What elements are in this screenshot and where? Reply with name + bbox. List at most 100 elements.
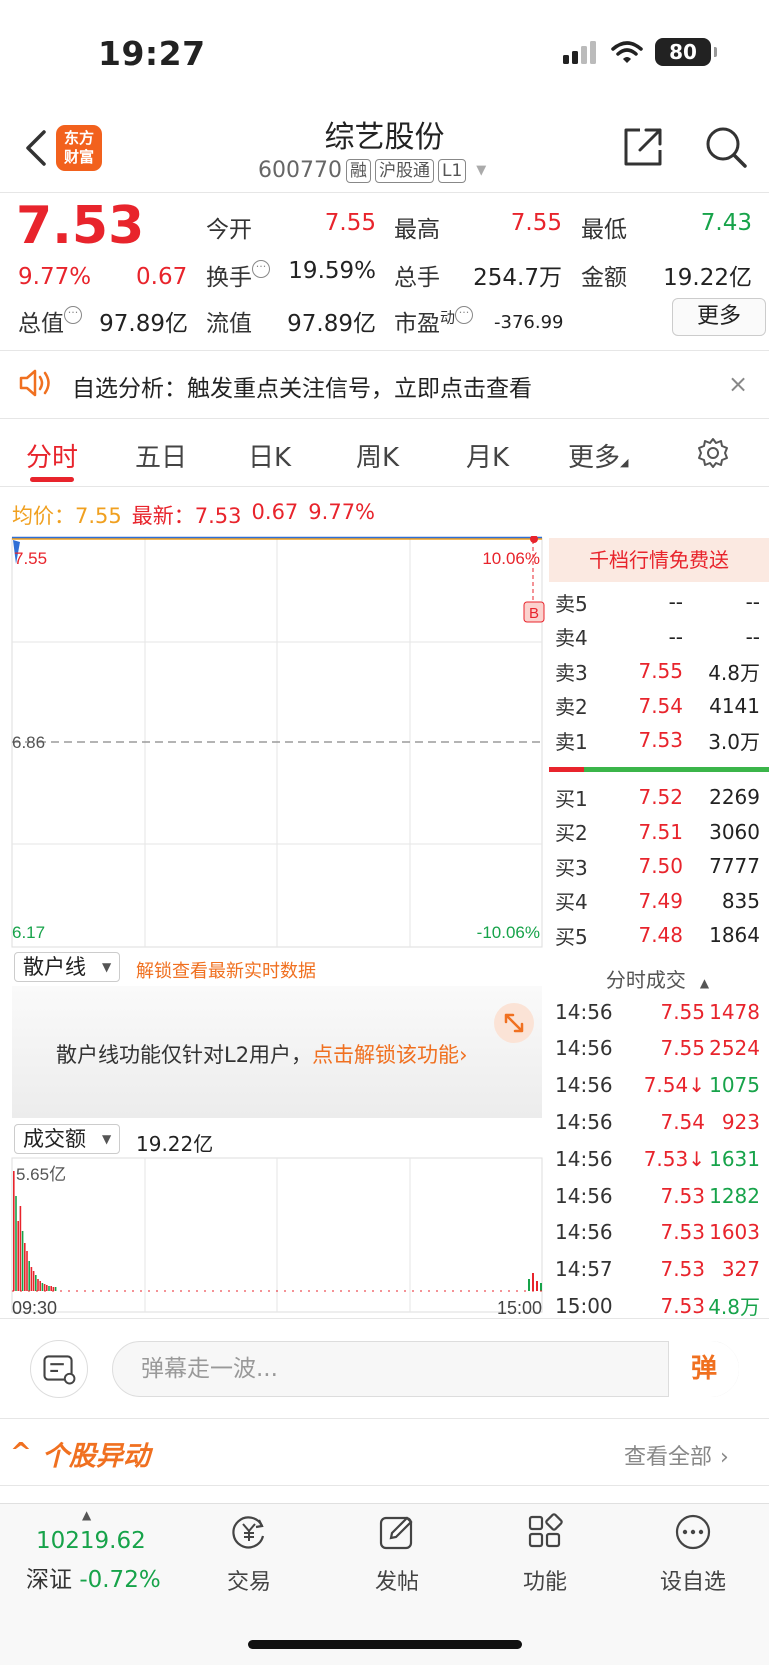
- tab-more[interactable]: 更多◢: [568, 437, 628, 474]
- volume-bar: [35, 1275, 37, 1291]
- pe-value: -376.99: [494, 312, 564, 333]
- trade-price: 7.53↓: [643, 1146, 705, 1171]
- search-icon[interactable]: [703, 124, 749, 170]
- barrage-toggle-icon[interactable]: [30, 1340, 88, 1398]
- close-icon[interactable]: ×: [728, 370, 748, 398]
- chevron-right-icon: ›: [720, 1445, 729, 1470]
- trade-volume: 2524: [709, 1036, 760, 1061]
- mktcap-label-text: 总值: [18, 311, 64, 337]
- volume-bar: [536, 1281, 538, 1291]
- caret-down-icon: ▼: [476, 163, 487, 178]
- trade-row: 14:56 7.54↓ 1075: [555, 1067, 760, 1104]
- avg-price-label: 均价：: [12, 504, 75, 528]
- volume-bar: [26, 1251, 28, 1291]
- wifi-icon: [611, 41, 643, 63]
- tab-daily-k[interactable]: 日K: [248, 437, 291, 474]
- nav-features[interactable]: 功能: [495, 1512, 595, 1596]
- index-name: 深证: [26, 1567, 72, 1593]
- trade-time: 14:56: [555, 1146, 613, 1171]
- level-price: 7.50: [638, 854, 683, 878]
- bid-row[interactable]: 买5 7.48 1864: [555, 918, 760, 952]
- x-tick-open: 09:30: [12, 1298, 57, 1318]
- trade-time: 14:56: [555, 1073, 613, 1098]
- tag-level: L1: [437, 158, 467, 183]
- pe-label[interactable]: 市盈动 ···: [394, 304, 474, 338]
- trade-price: 7.54↓: [643, 1073, 705, 1098]
- volume-select-label: 成交额: [23, 1127, 86, 1151]
- nav-trade-label: 交易: [226, 1570, 271, 1595]
- level-price: 7.51: [638, 819, 683, 844]
- tab-monthly-k[interactable]: 月K: [466, 437, 509, 474]
- tab-five-day[interactable]: 五日: [135, 437, 187, 474]
- ask-row[interactable]: 卖3 7.55 4.8万: [555, 654, 760, 688]
- float-value: 97.89亿: [287, 311, 376, 337]
- bid-row[interactable]: 买2 7.51 3060: [555, 815, 760, 849]
- trade-volume: 923: [721, 1109, 760, 1134]
- ask-row[interactable]: 卖4 -- --: [555, 620, 760, 654]
- level-volume: 2269: [709, 785, 760, 809]
- volume-select[interactable]: 成交额 ▼: [14, 1124, 121, 1154]
- level-volume: 3.0万: [708, 729, 760, 754]
- nav-watchlist[interactable]: 设自选: [643, 1512, 743, 1596]
- notice-text[interactable]: 自选分析：触发重点关注信号，立即点击查看: [72, 369, 532, 403]
- tab-weekly-k[interactable]: 周K: [356, 437, 399, 474]
- unlock-hint[interactable]: 解锁查看最新实时数据: [136, 957, 316, 983]
- barrage-send-button[interactable]: 弹: [668, 1341, 739, 1397]
- bid-row[interactable]: 买1 7.52 2269: [555, 780, 760, 814]
- level-price: --: [668, 590, 683, 614]
- speaker-icon: [19, 369, 50, 397]
- nav-post[interactable]: 发帖: [347, 1512, 447, 1596]
- retail-panel-message: 散户线功能仅针对L2用户，: [56, 1043, 313, 1067]
- tab-more-label: 更多: [568, 443, 621, 473]
- trade-row: 14:56 7.53 1282: [555, 1177, 760, 1214]
- ask-row[interactable]: 卖2 7.54 4141: [555, 689, 760, 723]
- stock-code: 600770: [258, 158, 342, 183]
- view-all-link[interactable]: 查看全部 ›: [624, 1439, 729, 1471]
- volume-max-label: 5.65亿: [16, 1165, 66, 1184]
- nav-trade[interactable]: 交易: [199, 1512, 299, 1596]
- turnover-value: 19.59%: [288, 258, 376, 284]
- promo-banner[interactable]: 千档行情免费送: [549, 538, 769, 582]
- retail-line-select[interactable]: 散户线 ▼: [14, 952, 121, 982]
- tab-intraday[interactable]: 分时: [26, 437, 78, 474]
- trade-yen-icon: [232, 1516, 265, 1549]
- trade-volume: 1075: [709, 1073, 760, 1098]
- unlock-link[interactable]: 点击解锁该功能: [312, 1043, 459, 1067]
- ask-row[interactable]: 卖1 7.53 3.0万: [555, 723, 760, 757]
- settings-gear-icon[interactable]: [696, 436, 730, 470]
- trades-title[interactable]: 分时成交 ▲: [555, 964, 760, 993]
- level-volume: --: [745, 624, 760, 649]
- volume-value: 254.7万: [473, 265, 562, 291]
- high-value: 7.55: [510, 210, 562, 236]
- stock-code-row[interactable]: 600770 融 沪股通 L1 ▼: [258, 158, 486, 183]
- bid-row[interactable]: 买4 7.49 835: [555, 884, 760, 918]
- expand-icon[interactable]: [494, 1003, 534, 1043]
- grid-apps-icon: [528, 1513, 563, 1548]
- level-label: 买4: [555, 890, 588, 914]
- signal-icon: [563, 41, 596, 64]
- caret-up-icon: ^: [10, 1438, 32, 1468]
- more-button[interactable]: 更多: [672, 298, 766, 336]
- ask-row[interactable]: 卖5 -- --: [555, 585, 760, 619]
- mktcap-label[interactable]: 总值 ···: [18, 304, 82, 338]
- info-icon: ···: [64, 306, 82, 324]
- movers-title: 个股异动: [42, 1441, 150, 1472]
- volume-bar: [528, 1279, 530, 1291]
- dropdown-icon: ▼: [102, 1132, 112, 1146]
- bid-row[interactable]: 买3 7.50 7777: [555, 849, 760, 883]
- latest-price: 最新：7.53: [132, 500, 242, 530]
- intraday-chart[interactable]: B 7.55 6.86 6.17 10.06% -10.06% 5.65亿 09…: [0, 536, 549, 1326]
- trade-volume: 1282: [709, 1183, 760, 1208]
- volume-bar: [43, 1284, 46, 1291]
- divider: [0, 192, 769, 193]
- share-icon[interactable]: [620, 124, 666, 170]
- turnover-label[interactable]: 换手 ···: [206, 258, 270, 292]
- index-ticker[interactable]: 深证 -0.72%: [26, 1560, 161, 1594]
- level-volume: 7777: [709, 854, 760, 878]
- active-tab-indicator: [30, 477, 74, 482]
- barrage-input[interactable]: 弹幕走一波...: [112, 1341, 739, 1397]
- latest-price-label: 最新：: [131, 504, 195, 528]
- trade-time: 14:56: [555, 1220, 613, 1245]
- bid-ask-ratio-bar: [549, 767, 769, 772]
- index-value[interactable]: 10219.62: [36, 1528, 146, 1554]
